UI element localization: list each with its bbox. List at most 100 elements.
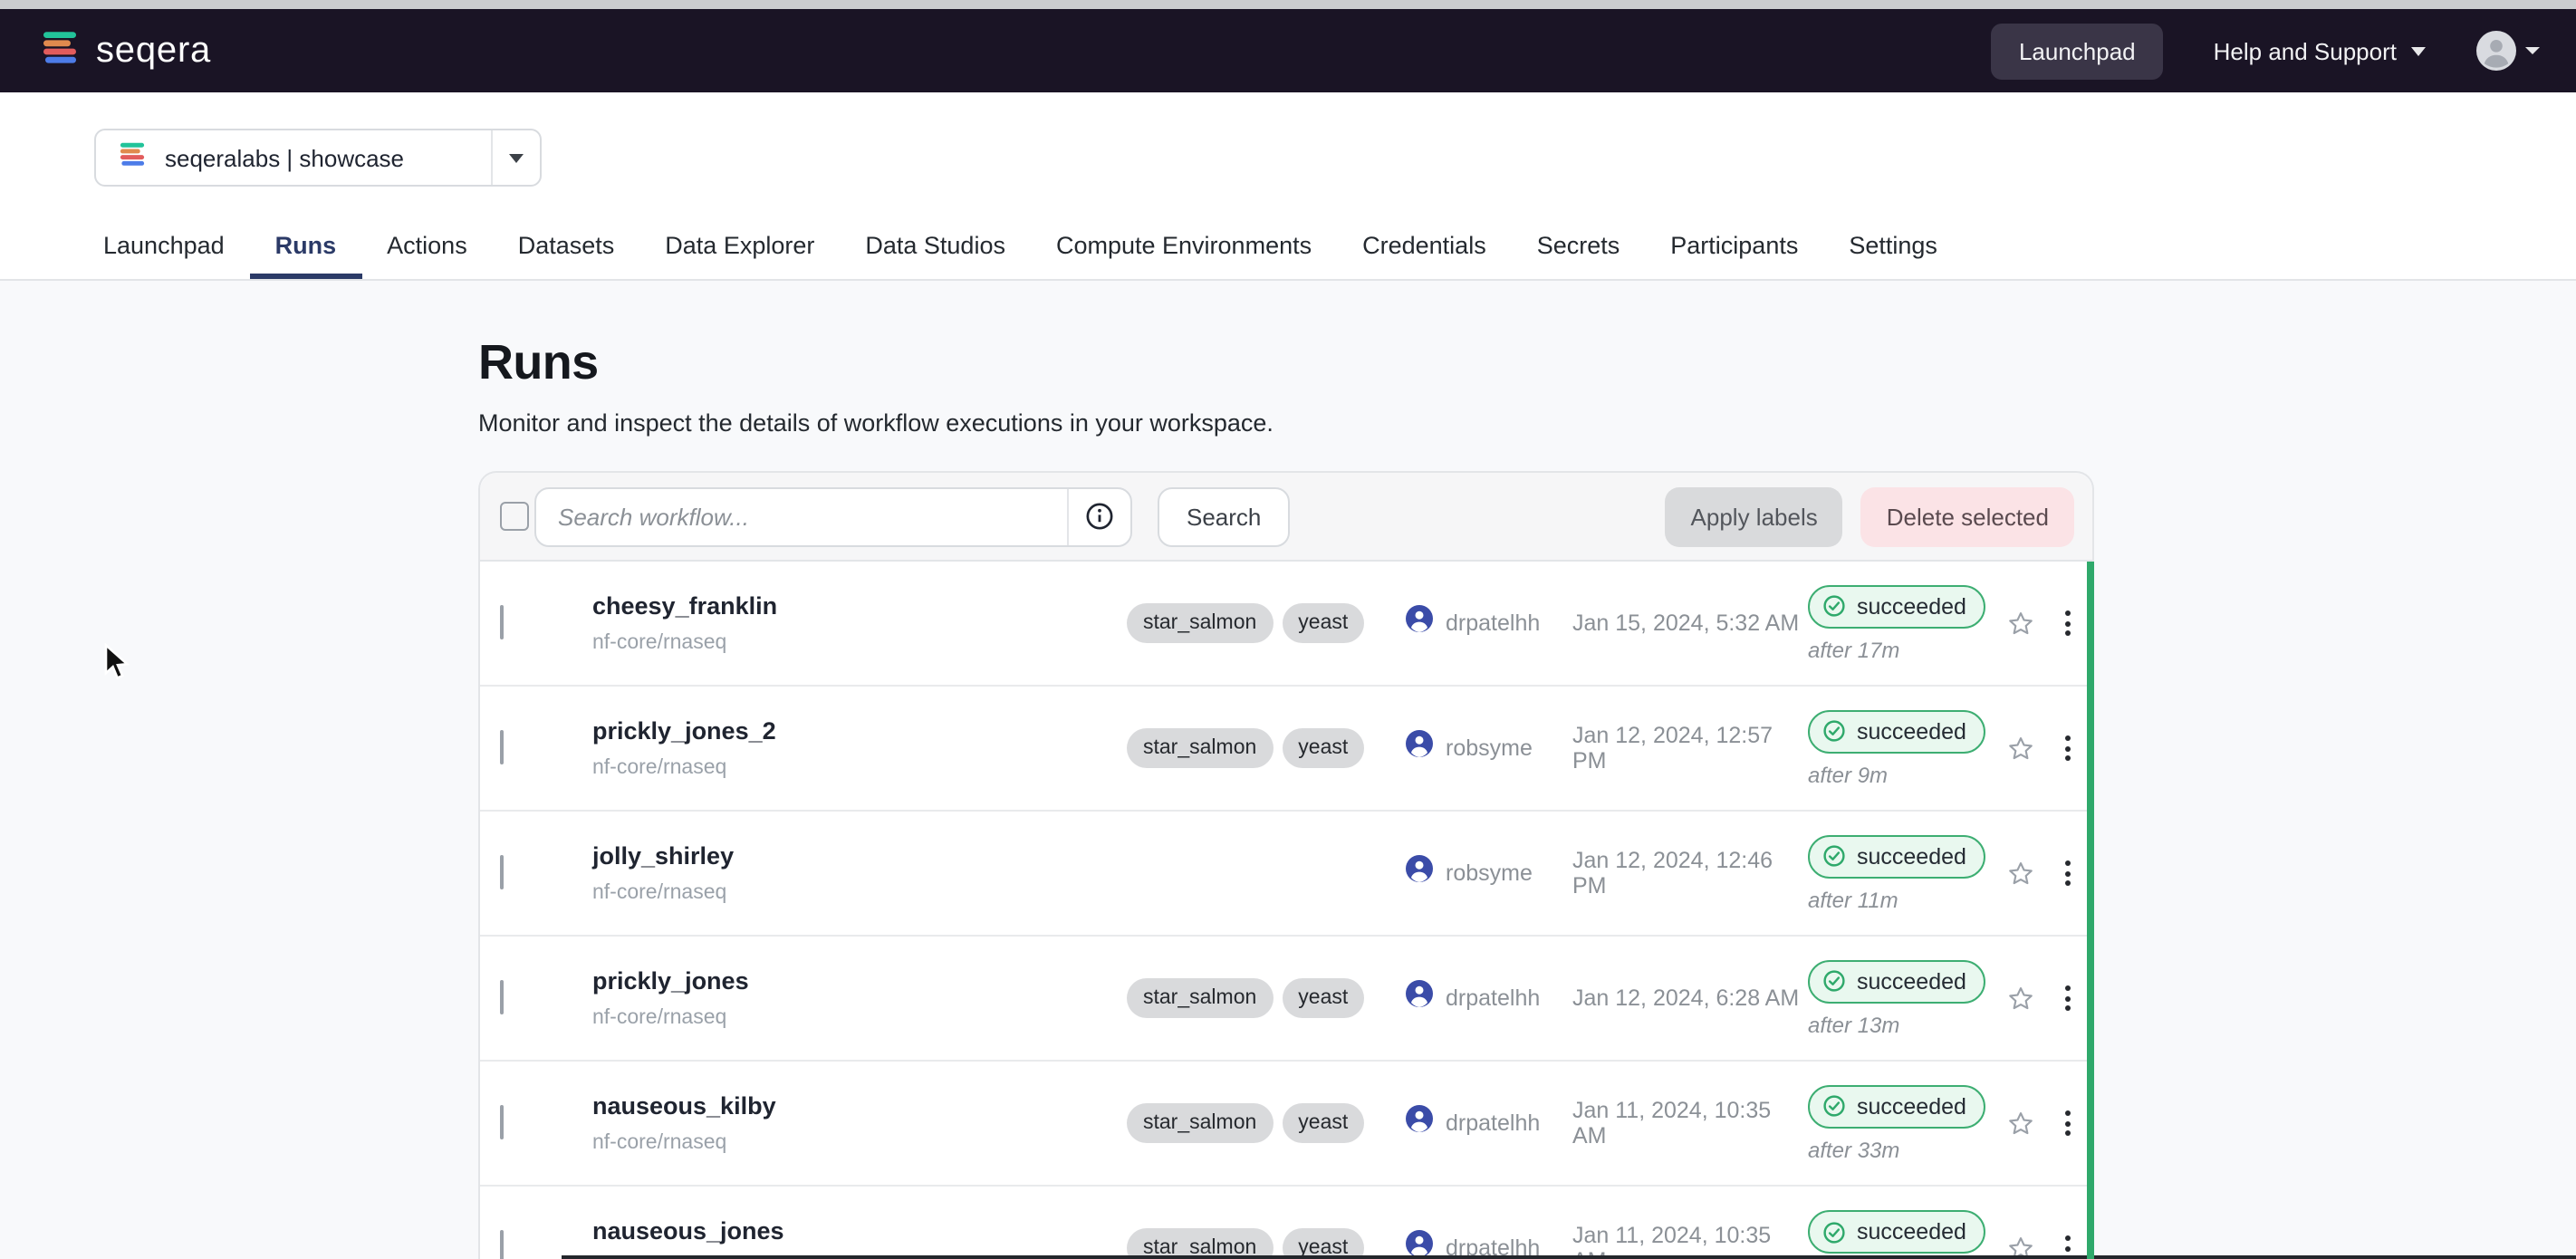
status-label: succeeded — [1857, 968, 1966, 994]
run-pipeline: nf-core/rnaseq — [592, 882, 1127, 904]
status-badge: succeeded — [1808, 834, 1986, 878]
user-avatar-icon — [1406, 1105, 1433, 1141]
table-row[interactable]: cheesy_franklin nf-core/rnaseq star_salm… — [480, 562, 2092, 685]
run-labels: star_salmonyeast — [1127, 1228, 1406, 1259]
help-and-support-label: Help and Support — [2214, 37, 2397, 64]
page-content: Runs Monitor and inspect the details of … — [0, 335, 2576, 1259]
table-row[interactable]: nauseous_jones nf-core/rnaseq star_salmo… — [480, 1185, 2092, 1259]
row-menu-button[interactable] — [2045, 1103, 2089, 1143]
tab-actions[interactable]: Actions — [361, 216, 493, 279]
table-row[interactable]: jolly_shirley nf-core/rnaseq robsyme Jan… — [480, 810, 2092, 935]
select-all-checkbox[interactable] — [500, 502, 529, 531]
star-button[interactable] — [1994, 608, 2045, 639]
brand-name: seqera — [96, 30, 211, 72]
run-user: drpatelhh — [1446, 985, 1540, 1011]
run-duration: after 9m — [1808, 762, 1888, 787]
star-icon — [2004, 1108, 2035, 1139]
run-date: Jan 12, 2024, 6:28 AM — [1572, 985, 1808, 1011]
search-info-icon[interactable] — [1067, 488, 1130, 544]
help-and-support-menu[interactable]: Help and Support — [2214, 37, 2426, 64]
status-label: succeeded — [1857, 1093, 1966, 1119]
table-row[interactable]: prickly_jones nf-core/rnaseq star_salmon… — [480, 935, 2092, 1060]
page-title: Runs — [478, 335, 2094, 391]
run-labels: star_salmonyeast — [1127, 978, 1406, 1018]
row-checkbox[interactable] — [500, 1105, 504, 1139]
tab-launchpad[interactable]: Launchpad — [78, 216, 250, 279]
run-name-link[interactable]: prickly_jones — [592, 967, 1127, 995]
check-circle-icon — [1822, 594, 1846, 618]
tab-data-studios[interactable]: Data Studios — [840, 216, 1031, 279]
search-input[interactable] — [536, 488, 1067, 544]
run-name-link[interactable]: cheesy_franklin — [592, 592, 1127, 620]
status-label: succeeded — [1857, 593, 1966, 619]
star-icon — [2004, 608, 2035, 639]
row-menu-button[interactable] — [2045, 978, 2089, 1018]
run-date: Jan 11, 2024, 10:35 AM — [1572, 1098, 1808, 1148]
star-icon — [2004, 733, 2035, 764]
status-badge: succeeded — [1808, 1210, 1986, 1254]
run-label-pill: yeast — [1282, 728, 1364, 768]
star-button[interactable] — [1994, 858, 2045, 889]
chevron-down-icon — [2525, 47, 2540, 54]
check-circle-icon — [1822, 719, 1846, 743]
run-label-pill: star_salmon — [1127, 1103, 1273, 1143]
status-badge: succeeded — [1808, 959, 1986, 1003]
table-row[interactable]: prickly_jones_2 nf-core/rnaseq star_salm… — [480, 685, 2092, 810]
tab-credentials[interactable]: Credentials — [1337, 216, 1512, 279]
run-labels: star_salmonyeast — [1127, 728, 1406, 768]
row-checkbox[interactable] — [500, 980, 504, 1014]
tab-runs[interactable]: Runs — [250, 216, 362, 279]
delete-selected-button[interactable]: Delete selected — [1861, 486, 2074, 546]
row-menu-button[interactable] — [2045, 1228, 2089, 1259]
table-row[interactable]: nauseous_kilby nf-core/rnaseq star_salmo… — [480, 1060, 2092, 1185]
apply-labels-button[interactable]: Apply labels — [1666, 486, 1843, 546]
run-pipeline: nf-core/rnaseq — [592, 757, 1127, 779]
run-pipeline: nf-core/rnaseq — [592, 632, 1127, 654]
run-name-link[interactable]: jolly_shirley — [592, 842, 1127, 870]
seqera-logo-icon — [40, 26, 80, 75]
row-checkbox[interactable] — [500, 1230, 504, 1259]
launchpad-button[interactable]: Launchpad — [1992, 23, 2163, 79]
check-circle-icon — [1822, 1094, 1846, 1118]
run-name-link[interactable]: prickly_jones_2 — [592, 717, 1127, 745]
user-menu[interactable] — [2476, 31, 2540, 71]
run-user: robsyme — [1446, 735, 1533, 761]
runs-list: cheesy_franklin nf-core/rnaseq star_salm… — [480, 562, 2092, 1259]
row-menu-button[interactable] — [2045, 603, 2089, 643]
tab-compute-environments[interactable]: Compute Environments — [1031, 216, 1337, 279]
run-pipeline: nf-core/rnaseq — [592, 1132, 1127, 1154]
page-subtitle: Monitor and inspect the details of workf… — [478, 409, 2094, 437]
user-avatar-icon — [1406, 730, 1433, 766]
tab-participants[interactable]: Participants — [1645, 216, 1823, 279]
workspace-selector[interactable]: seqeralabs | showcase — [94, 129, 542, 187]
run-duration: after 11m — [1808, 887, 1898, 912]
row-checkbox[interactable] — [500, 605, 504, 639]
workspace-dropdown-toggle[interactable] — [491, 130, 540, 185]
mouse-cursor — [103, 643, 130, 692]
run-name-link[interactable]: nauseous_kilby — [592, 1092, 1127, 1120]
run-label-pill: star_salmon — [1127, 603, 1273, 643]
run-label-pill: yeast — [1282, 603, 1364, 643]
tab-settings[interactable]: Settings — [1823, 216, 1963, 279]
star-button[interactable] — [1994, 733, 2045, 764]
star-button[interactable] — [1994, 983, 2045, 1014]
search-button[interactable]: Search — [1158, 486, 1290, 546]
workspace-label: seqeralabs | showcase — [165, 144, 404, 171]
tab-data-explorer[interactable]: Data Explorer — [639, 216, 840, 279]
star-button[interactable] — [1994, 1108, 2045, 1139]
top-navbar: seqera Launchpad Help and Support — [0, 9, 2576, 92]
row-menu-button[interactable] — [2045, 853, 2089, 893]
run-label-pill: star_salmon — [1127, 1228, 1273, 1259]
run-labels: star_salmonyeast — [1127, 603, 1406, 643]
search-input-group — [534, 486, 1132, 546]
seqera-brand[interactable]: seqera — [40, 26, 211, 75]
tab-datasets[interactable]: Datasets — [493, 216, 640, 279]
row-checkbox[interactable] — [500, 730, 504, 764]
check-circle-icon — [1822, 969, 1846, 993]
chevron-down-icon — [509, 153, 524, 162]
row-checkbox[interactable] — [500, 855, 504, 889]
run-date: Jan 12, 2024, 12:57 PM — [1572, 723, 1808, 774]
run-name-link[interactable]: nauseous_jones — [592, 1217, 1127, 1245]
tab-secrets[interactable]: Secrets — [1512, 216, 1646, 279]
row-menu-button[interactable] — [2045, 728, 2089, 768]
